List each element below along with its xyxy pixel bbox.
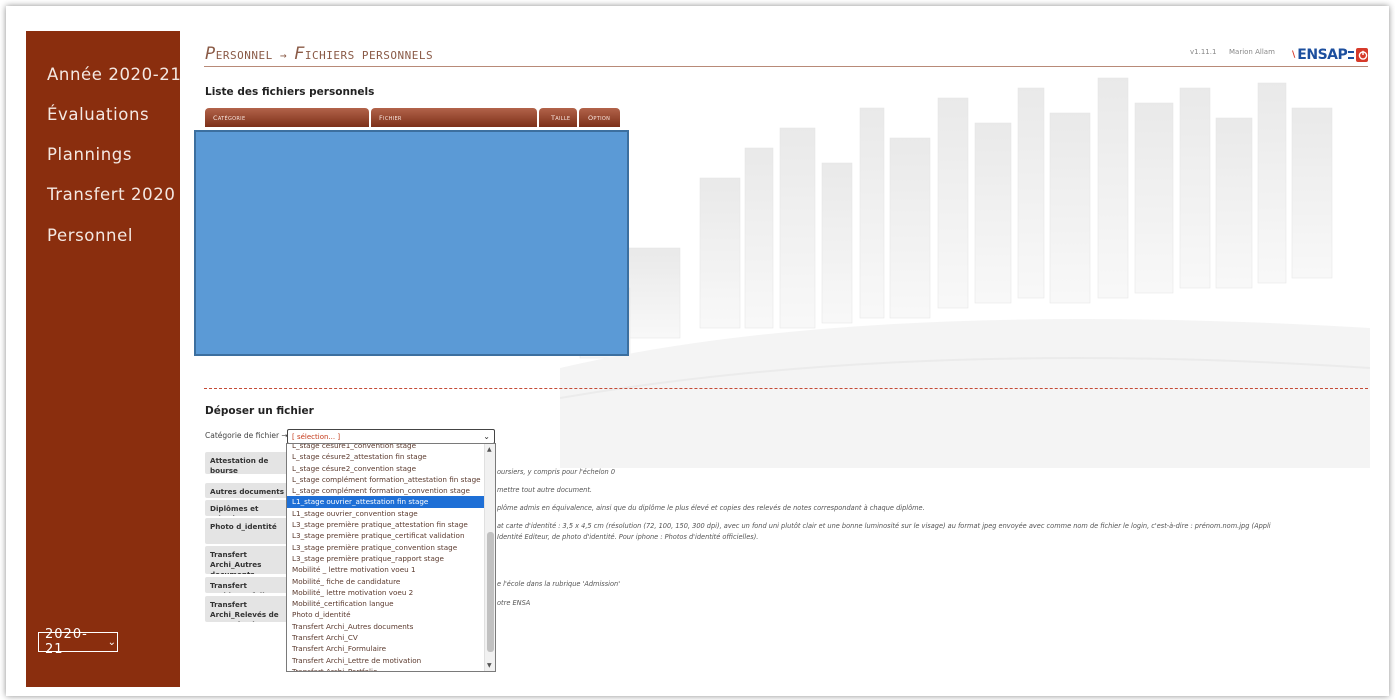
dropdown-option[interactable]: Transfert Archi_Portfolio	[287, 666, 484, 671]
dropdown-option[interactable]: Mobilité_ lettre motivation voeu 2	[287, 587, 484, 598]
year-select[interactable]: 2020-21 ⌄	[38, 627, 118, 657]
row-label-diplomes: Diplômes et relevés	[205, 500, 289, 516]
dropdown-option[interactable]: Photo d_identité	[287, 609, 484, 620]
dropdown-option[interactable]: Transfert Archi_Formulaire	[287, 643, 484, 654]
sidebar: Année 2020-21 Évaluations Plannings Tran…	[26, 31, 182, 687]
dropdown-option[interactable]: L_stage complément formation_convention …	[287, 485, 484, 496]
row-label-transfert-releves: Transfert Archi_Relevés de notes de Lice…	[205, 596, 289, 622]
row-label-photo: Photo d_identité	[205, 518, 289, 544]
dropdown-option[interactable]: L_stage césure2_attestation fin stage	[287, 451, 484, 462]
redacted-file-list	[194, 130, 629, 356]
row-label-transfert-autres: Transfert Archi_Autres documents	[205, 546, 289, 574]
scroll-down-icon[interactable]: ▼	[487, 662, 492, 669]
row-desc-photo-line2: Identité Editeur, de photo d'identité. P…	[497, 533, 759, 541]
city-background-illustration	[560, 77, 1370, 468]
column-header-taille[interactable]: Taille	[539, 108, 577, 127]
header-divider	[204, 66, 1368, 67]
scrollbar-thumb[interactable]	[487, 532, 494, 652]
category-dropdown-list[interactable]: L_stage césure1_convention stage L_stage …	[286, 443, 496, 672]
row-label-autres-documents: Autres documents	[205, 483, 289, 498]
dropdown-option[interactable]: L3_stage première pratique_attestation f…	[287, 519, 484, 530]
dropdown-option[interactable]: Transfert Archi_CV	[287, 632, 484, 643]
version-label: v1.11.1	[1190, 48, 1217, 56]
dropdown-option[interactable]: L_stage complément formation_attestation…	[287, 474, 484, 485]
file-list-title: Liste des fichiers personnels	[205, 86, 375, 98]
dropdown-option[interactable]: Mobilité_ fiche de candidature	[287, 576, 484, 587]
dropdown-option[interactable]: Transfert Archi_Lettre de motivation	[287, 655, 484, 666]
row-desc-autres-documents: mettre tout autre document.	[497, 486, 593, 494]
dropdown-option[interactable]: L_stage césure2_convention stage	[287, 463, 484, 474]
column-header-fichier[interactable]: Fichier	[371, 108, 537, 127]
row-desc-attestation-bourse: oursiers, y compris pour l'échelon 0	[497, 468, 616, 476]
dropdown-option[interactable]: Mobilité _ lettre motivation voeu 1	[287, 564, 484, 575]
section-divider	[204, 388, 1368, 389]
logo-bars-icon	[1348, 51, 1354, 59]
nav-item-evaluations[interactable]: Évaluations	[47, 105, 149, 124]
power-icon[interactable]	[1355, 48, 1368, 62]
logo-text: ENSAP	[1297, 47, 1348, 63]
nav-item-annee[interactable]: Année 2020-21	[47, 65, 182, 84]
breadcrumb-initial-f: F	[294, 44, 305, 64]
scroll-up-icon[interactable]: ▲	[487, 446, 492, 453]
dropdown-options: L_stage césure1_convention stage L_stage …	[287, 444, 484, 671]
chevron-down-icon: ⌄	[107, 636, 117, 648]
row-label-attestation-bourse: Attestation de bourse	[205, 452, 289, 474]
user-name[interactable]: Marion Allam	[1229, 48, 1275, 56]
logo-mark-icon: \	[1292, 50, 1296, 60]
category-select[interactable]: [ sélection... ] ⌄	[287, 429, 495, 444]
column-header-categorie[interactable]: Catégorie	[205, 108, 369, 127]
row-label-transfert-portfolio: Transfert Archi_Portfolio	[205, 577, 289, 593]
breadcrumb-arrow-icon: →	[279, 49, 287, 62]
dropdown-option[interactable]: L_stage césure1_convention stage	[287, 444, 484, 451]
row-desc-transfert-releves: otre ENSA	[497, 599, 531, 607]
row-desc-diplomes: plôme admis en équivalence, ainsi que du…	[497, 504, 925, 512]
nav-item-transfert[interactable]: Transfert 2020	[47, 185, 175, 204]
breadcrumb: PERSONNEL → FICHIERS PERSONNELS	[205, 44, 433, 64]
column-header-option[interactable]: Option	[579, 108, 620, 127]
dropdown-option[interactable]: L3_stage première pratique_rapport stage	[287, 553, 484, 564]
dropdown-option[interactable]: L3_stage première pratique_convention st…	[287, 542, 484, 553]
nav-item-plannings[interactable]: Plannings	[47, 145, 132, 164]
dropdown-option[interactable]: Mobilité_certification langue	[287, 598, 484, 609]
breadcrumb-initial-p: P	[205, 44, 216, 64]
chevron-down-icon: ⌄	[483, 432, 490, 441]
nav-item-personnel[interactable]: Personnel	[47, 226, 133, 245]
breadcrumb-fichiers-personnels: ICHIERS PERSONNELS	[304, 49, 434, 62]
ensap-logo[interactable]: \ ENSAP	[1292, 45, 1368, 65]
breadcrumb-personnel[interactable]: ERSONNEL	[216, 49, 273, 62]
upload-title: Déposer un fichier	[205, 405, 314, 417]
category-label: Catégorie de fichier →	[205, 431, 288, 440]
dropdown-option[interactable]: Transfert Archi_Autres documents	[287, 621, 484, 632]
year-select-value: 2020-21	[45, 627, 88, 657]
dropdown-option[interactable]: L3_stage première pratique_certificat va…	[287, 530, 484, 541]
row-desc-transfert-portfolio: e l'école dans la rubrique 'Admission'	[497, 580, 621, 588]
category-select-value: [ sélection... ]	[292, 432, 341, 441]
row-desc-photo: at carte d'identité : 3,5 x 4,5 cm (réso…	[497, 522, 1271, 530]
dropdown-option[interactable]: L1_stage ouvrier_convention stage	[287, 508, 484, 519]
dropdown-scrollbar[interactable]: ▲ ▼	[484, 444, 495, 671]
dropdown-option[interactable]: L1_stage ouvrier_attestation fin stage	[287, 496, 484, 508]
